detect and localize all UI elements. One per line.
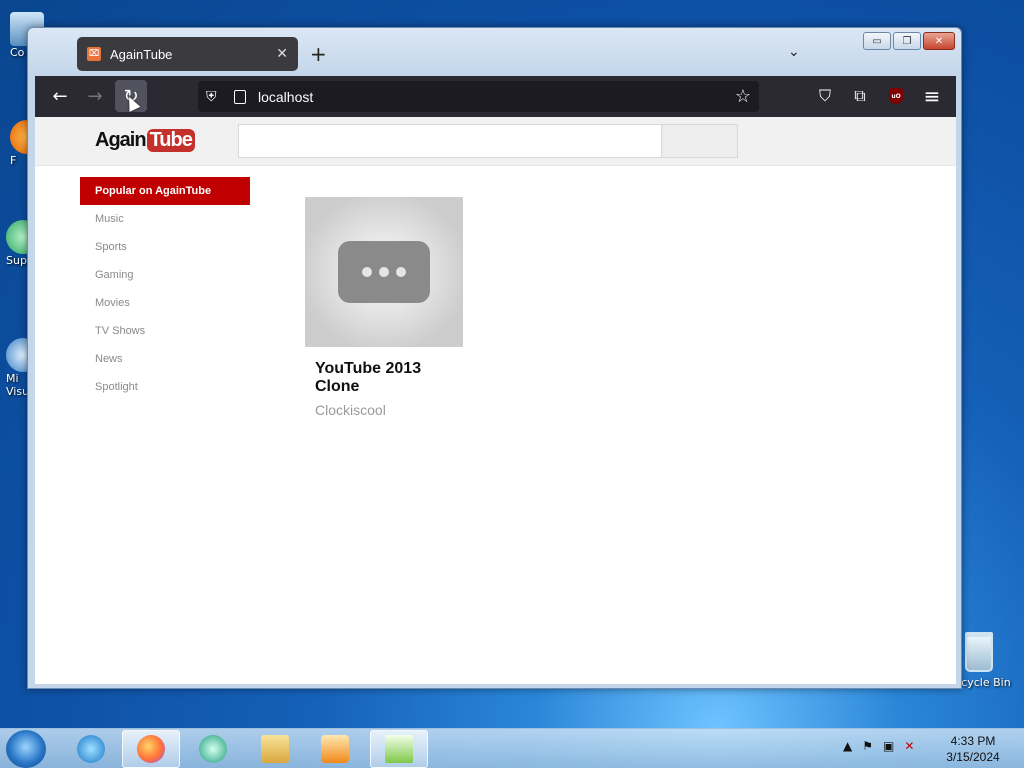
- system-tray: ▲ ⚑ ▣ ✕: [843, 739, 914, 753]
- video-channel[interactable]: Clockiscool: [315, 402, 463, 418]
- dot-icon: [379, 267, 389, 277]
- logo-again-text: Again: [95, 128, 147, 151]
- app-icon: [199, 735, 227, 763]
- site-header: Again Tube: [35, 117, 956, 166]
- minimize-button[interactable]: ▭: [863, 32, 891, 50]
- action-center-flag-icon[interactable]: ⚑: [862, 739, 873, 753]
- ublock-origin-icon: uO: [889, 88, 903, 104]
- taskbar-app[interactable]: [184, 730, 242, 768]
- video-card[interactable]: YouTube 2013 Clone Clockiscool: [305, 197, 463, 418]
- sidebar-title-popular[interactable]: Popular on AgainTube: [80, 177, 250, 205]
- url-bar[interactable]: ⛨ localhost ☆: [198, 81, 759, 112]
- taskbar-notepad[interactable]: [370, 730, 428, 768]
- volume-muted-icon[interactable]: ✕: [904, 739, 914, 753]
- bookmark-star-icon[interactable]: ☆: [735, 86, 751, 107]
- back-button[interactable]: ←: [44, 80, 76, 112]
- taskbar: ▲ ⚑ ▣ ✕ 4:33 PM 3/15/2024: [0, 728, 1024, 768]
- againtube-logo[interactable]: Again Tube: [95, 125, 195, 155]
- media-player-icon: [321, 735, 349, 763]
- window-controls: ▭ ❐ ✕: [863, 32, 955, 50]
- title-bar: ⌧ AgainTube ✕ + ⌄ ▭ ❐ ✕: [28, 28, 961, 76]
- extensions-icon[interactable]: ⧉: [845, 80, 875, 112]
- video-placeholder-icon: [338, 241, 430, 303]
- show-hidden-icons-icon[interactable]: ▲: [843, 739, 852, 753]
- tracking-protection-shield-icon[interactable]: ⛨: [206, 88, 222, 105]
- sidebar-item-gaming[interactable]: Gaming: [80, 261, 250, 289]
- pocket-icon[interactable]: ⛉: [810, 80, 840, 112]
- list-all-tabs-icon[interactable]: ⌄: [788, 44, 800, 60]
- tab-title: AgainTube: [110, 46, 173, 62]
- dot-icon: [396, 267, 406, 277]
- navigation-toolbar: ← → ↻ ⛨ localhost ☆ ⛉ ⧉ uO ≡: [35, 76, 956, 117]
- forward-button[interactable]: →: [79, 80, 111, 112]
- dot-icon: [362, 267, 372, 277]
- recycle-bin-icon: [965, 632, 993, 672]
- clock-date: 3/15/2024: [946, 750, 1000, 764]
- logo-tube-text: Tube: [146, 128, 195, 152]
- sidebar-item-tv-shows[interactable]: TV Shows: [80, 317, 250, 345]
- start-button[interactable]: [6, 730, 46, 768]
- tab-againtube[interactable]: ⌧ AgainTube ✕: [77, 37, 298, 71]
- internet-explorer-icon: [77, 735, 105, 763]
- sidebar-item-news[interactable]: News: [80, 345, 250, 373]
- xampp-favicon-icon: ⌧: [87, 47, 101, 61]
- video-title[interactable]: YouTube 2013 Clone: [315, 360, 445, 396]
- url-text[interactable]: localhost: [258, 89, 735, 105]
- taskbar-internet-explorer[interactable]: [62, 730, 120, 768]
- system-clock[interactable]: 4:33 PM 3/15/2024: [940, 733, 1006, 765]
- sidebar-item-spotlight[interactable]: Spotlight: [80, 373, 250, 401]
- search-input[interactable]: [238, 124, 662, 158]
- ublock-origin-button[interactable]: uO: [881, 80, 911, 112]
- network-icon[interactable]: ▣: [883, 739, 894, 753]
- sidebar: Popular on AgainTube Music Sports Gaming…: [80, 177, 250, 401]
- firefox-icon: [137, 735, 165, 763]
- taskbar-media-player[interactable]: [306, 730, 364, 768]
- maximize-button[interactable]: ❐: [893, 32, 921, 50]
- search-button[interactable]: [662, 124, 738, 158]
- browser-window: ⌧ AgainTube ✕ + ⌄ ▭ ❐ ✕ ← → ↻ ⛨ localhos…: [27, 27, 962, 689]
- sidebar-item-movies[interactable]: Movies: [80, 289, 250, 317]
- sidebar-item-music[interactable]: Music: [80, 205, 250, 233]
- page-viewport: Again Tube Popular on AgainTube Music Sp…: [35, 117, 956, 684]
- taskbar-file-explorer[interactable]: [246, 730, 304, 768]
- taskbar-firefox[interactable]: [122, 730, 180, 768]
- app-menu-icon[interactable]: ≡: [917, 80, 947, 112]
- notepad-icon: [385, 735, 413, 763]
- tab-close-icon[interactable]: ✕: [276, 46, 288, 62]
- sidebar-item-sports[interactable]: Sports: [80, 233, 250, 261]
- video-thumbnail[interactable]: [305, 197, 463, 347]
- folder-icon: [261, 735, 289, 763]
- clock-time: 4:33 PM: [950, 734, 996, 748]
- close-window-button[interactable]: ✕: [923, 32, 955, 50]
- new-tab-button[interactable]: +: [310, 42, 327, 66]
- page-info-icon[interactable]: [234, 89, 246, 104]
